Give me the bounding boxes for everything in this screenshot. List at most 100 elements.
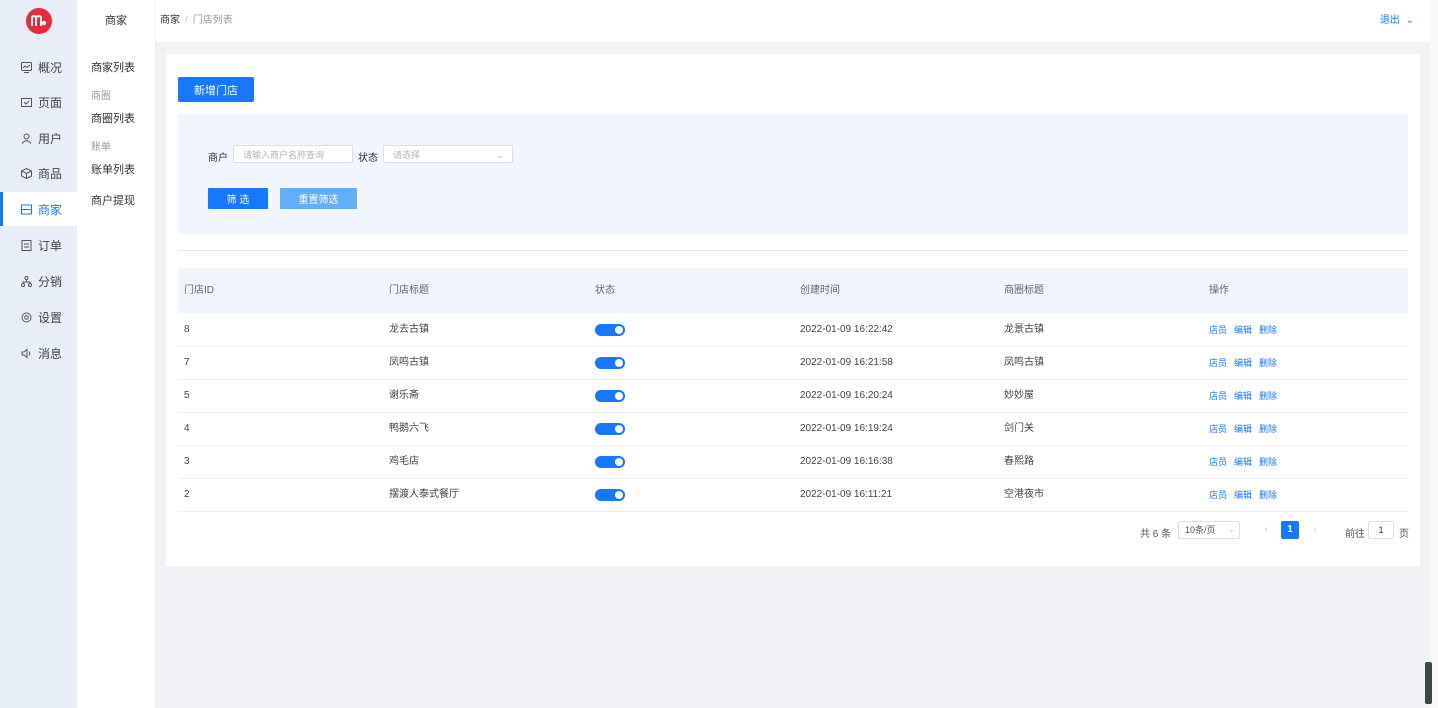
rail-item-label: 消息 [38, 346, 63, 361]
chevron-down-icon: ⌄ [1228, 525, 1235, 534]
rail-item-user[interactable]: 用户 [0, 121, 77, 155]
row-actions: 店员 编辑 删除 [1209, 379, 1284, 414]
merchant-search-input[interactable]: 请输入商户名称查询 [233, 145, 353, 163]
col-store-title: 门店标题 [389, 285, 429, 296]
status-toggle[interactable] [595, 390, 625, 402]
rail-item-share[interactable]: 分销 [0, 264, 77, 298]
delete-link[interactable]: 删除 [1259, 424, 1277, 434]
subnav-title: 商家 [105, 15, 127, 27]
breadcrumb-separator: / [185, 15, 188, 26]
status-toggle[interactable] [595, 324, 625, 336]
table-row: 4 鸭鹅六飞 2022-01-09 16:19:24 剑门关 店员 编辑 删除 [178, 412, 1408, 446]
row-actions: 店员 编辑 删除 [1209, 313, 1284, 348]
cell-created-time: 2022-01-09 16:22:42 [800, 324, 893, 335]
staff-link[interactable]: 店员 [1209, 391, 1227, 401]
rail-item-message[interactable]: 消息 [0, 336, 77, 370]
col-actions: 操作 [1209, 285, 1229, 296]
merchant-label: 商户 [208, 153, 228, 164]
subnav-merchant-list[interactable]: 商家列表 [91, 59, 135, 75]
rail-item-label: 商品 [38, 166, 63, 181]
delete-link[interactable]: 删除 [1259, 457, 1277, 467]
prev-page-icon[interactable]: ‹ [1257, 521, 1275, 539]
page-number-current[interactable]: 1 [1281, 521, 1299, 539]
rail-item-label: 设置 [38, 310, 63, 325]
delete-link[interactable]: 删除 [1259, 391, 1277, 401]
rail-item-order[interactable]: 订单 [0, 228, 77, 262]
staff-link[interactable]: 店员 [1209, 358, 1227, 368]
status-toggle[interactable] [595, 456, 625, 468]
cell-store-title: 龙去古镇 [389, 324, 429, 335]
staff-link[interactable]: 店员 [1209, 424, 1227, 434]
staff-link[interactable]: 店员 [1209, 457, 1227, 467]
page-icon [20, 96, 32, 108]
main-sidebar: 概况页面 用户商品商家订单分销设置消息 [0, 0, 77, 708]
edit-link[interactable]: 编辑 [1234, 490, 1252, 500]
edit-link[interactable]: 编辑 [1234, 424, 1252, 434]
table-row: 5 谢乐斋 2022-01-09 16:20:24 妙妙屋 店员 编辑 删除 [178, 379, 1408, 413]
chevron-down-icon: ⌄ [496, 150, 504, 160]
rail-item-label: 商家 [38, 202, 63, 217]
store-icon [20, 203, 32, 215]
floating-widget[interactable] [1425, 662, 1432, 704]
rail-item-goods[interactable]: 商品 [0, 156, 77, 190]
rail-item-dashboard[interactable]: 概况 [0, 50, 77, 84]
app-logo[interactable] [26, 8, 52, 34]
dashboard-icon [20, 61, 32, 73]
subnav-business-list[interactable]: 商圈列表 [91, 110, 135, 126]
pagination-total: 共 6 条 [1140, 529, 1172, 540]
cell-circle-title: 凤鸣古镇 [1004, 357, 1044, 368]
breadcrumb-root[interactable]: 商家 [160, 15, 180, 26]
edit-link[interactable]: 编辑 [1234, 391, 1252, 401]
edit-link[interactable]: 编辑 [1234, 358, 1252, 368]
table-row: 3 鸡毛店 2022-01-09 16:16:38 春熙路 店员 编辑 删除 [178, 445, 1408, 479]
rail-item-page[interactable]: 页面 [0, 85, 77, 119]
rail-item-label: 订单 [38, 238, 63, 253]
reset-filter-button[interactable]: 重置筛选 [280, 188, 357, 209]
staff-link[interactable]: 店员 [1209, 490, 1227, 500]
staff-link[interactable]: 店员 [1209, 325, 1227, 335]
cell-created-time: 2022-01-09 16:21:58 [800, 357, 893, 368]
subnav-withdraw[interactable]: 商户提现 [91, 192, 135, 208]
cell-created-time: 2022-01-09 16:19:24 [800, 423, 893, 434]
cell-circle-title: 剑门关 [1004, 423, 1034, 434]
breadcrumb: 商家 / 门店列表 [160, 0, 233, 42]
status-select[interactable]: 请选择 ⌄ [383, 145, 513, 163]
add-store-button[interactable]: 新增门店 [178, 77, 254, 102]
user-icon [20, 132, 32, 144]
table-row: 8 龙去古镇 2022-01-09 16:22:42 龙景古镇 店员 编辑 删除 [178, 313, 1408, 347]
rail-item-label: 概况 [38, 60, 63, 75]
delete-link[interactable]: 删除 [1259, 325, 1277, 335]
edit-link[interactable]: 编辑 [1234, 457, 1252, 467]
content-card: 新增门店 商户 请输入商户名称查询 状态 请选择 ⌄ 筛 选 重置筛选 门店ID… [166, 54, 1420, 566]
filter-button[interactable]: 筛 选 [208, 188, 268, 209]
col-store-id: 门店ID [184, 285, 214, 296]
delete-link[interactable]: 删除 [1259, 358, 1277, 368]
order-icon [20, 239, 32, 251]
delete-link[interactable]: 删除 [1259, 490, 1277, 500]
status-toggle[interactable] [595, 423, 625, 435]
status-toggle[interactable] [595, 489, 625, 501]
goto-page-input[interactable]: 1 [1368, 521, 1394, 539]
cell-store-id: 7 [184, 357, 190, 368]
status-toggle[interactable] [595, 357, 625, 369]
next-page-icon[interactable]: › [1306, 521, 1324, 539]
status-label: 状态 [358, 153, 378, 164]
cell-store-id: 2 [184, 489, 190, 500]
subnav-bill-list[interactable]: 账单列表 [91, 161, 135, 177]
divider [178, 250, 1408, 251]
rail-item-settings[interactable]: 设置 [0, 300, 77, 334]
edit-link[interactable]: 编辑 [1234, 325, 1252, 335]
cell-store-id: 3 [184, 456, 190, 467]
subnav-group-business: 商圈 [91, 91, 111, 102]
cell-created-time: 2022-01-09 16:16:38 [800, 456, 893, 467]
message-icon [20, 347, 32, 359]
row-actions: 店员 编辑 删除 [1209, 445, 1284, 480]
merchant-placeholder: 请输入商户名称查询 [243, 150, 325, 160]
page-size-select[interactable]: 10条/页 ⌄ [1178, 521, 1240, 539]
cell-store-title: 凤鸣古镇 [389, 357, 429, 368]
logout-label: 退出 [1379, 15, 1400, 26]
logout-dropdown[interactable]: 退出 ⌄ [1380, 0, 1414, 42]
table-row: 2 摆渡人泰式餐厅 2022-01-09 16:11:21 空港夜市 店员 编辑 删除 [178, 478, 1408, 512]
rail-item-store[interactable]: 商家 [0, 192, 77, 226]
cell-created-time: 2022-01-09 16:20:24 [800, 390, 893, 401]
